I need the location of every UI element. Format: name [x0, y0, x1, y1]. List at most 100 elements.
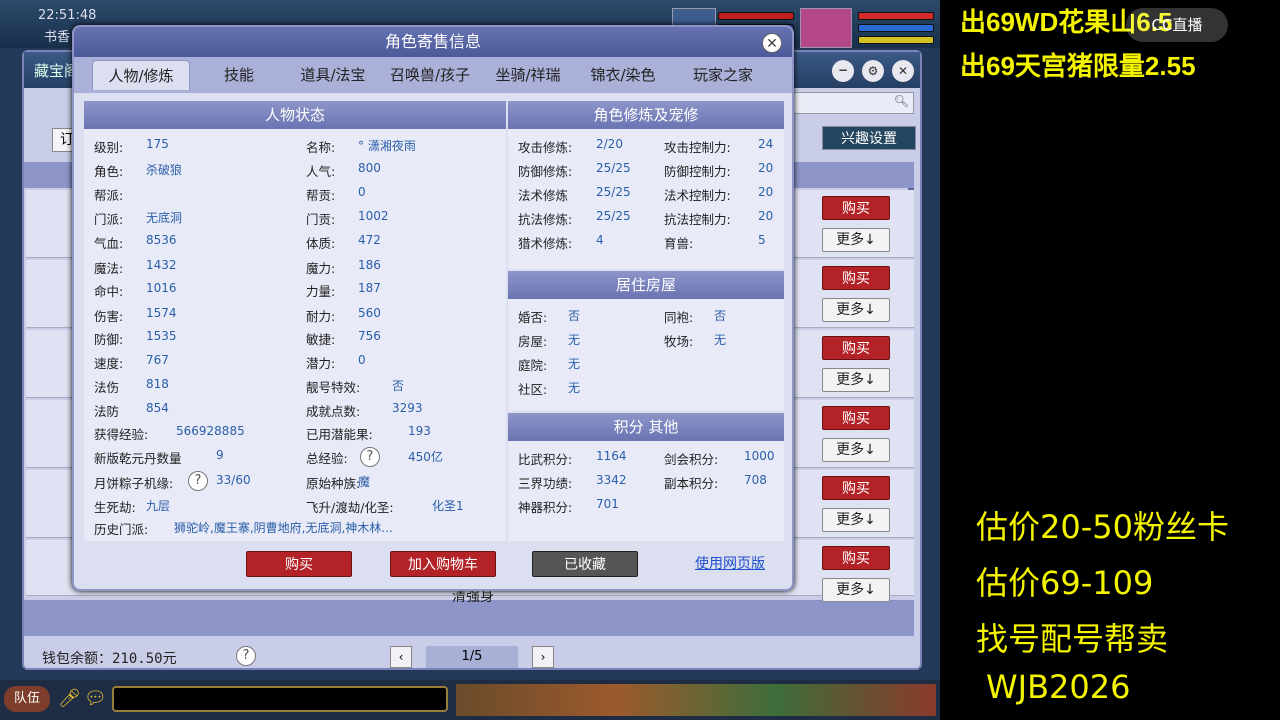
- points-value: 708: [744, 473, 767, 487]
- status-label: 靓号特效:: [306, 380, 361, 395]
- role-consignment-dialog: 角色寄售信息 ✕ 人物/修炼 技能 道具/法宝 召唤兽/孩子 坐骑/祥瑞 锦衣/染色 玩家之…: [72, 25, 794, 591]
- status-value: 756: [358, 329, 381, 343]
- house-label: 牧场:: [664, 334, 694, 349]
- listing-more-button[interactable]: 更多↓: [822, 368, 890, 392]
- page-indicator: 1/5: [426, 646, 518, 668]
- player-sp-bar: [858, 36, 934, 44]
- status-label: 法防: [94, 404, 120, 419]
- status-label: 门贡:: [306, 212, 336, 227]
- status-label: 门派:: [94, 212, 124, 227]
- bg-window-controls: − ⚙ ✕: [832, 60, 916, 82]
- status-value: 854: [146, 401, 169, 415]
- close-icon[interactable]: ✕: [892, 60, 914, 82]
- stream-overlay: 出69WD花果山6.5 出69天宫猪限量2.55 CC直播 估价20-50粉丝卡…: [940, 0, 1280, 720]
- cultivation-label: 抗法控制力:: [664, 212, 731, 227]
- status-value: 193: [408, 424, 431, 438]
- status-label: 防御:: [94, 332, 124, 347]
- points-label: 神器积分:: [518, 500, 573, 515]
- cultivation-label: 攻击控制力:: [664, 140, 731, 155]
- chat-input[interactable]: [112, 686, 448, 712]
- help-icon[interactable]: ?: [188, 471, 208, 491]
- status-label: 帮贡:: [306, 188, 336, 203]
- cultivation-label: 防御控制力:: [664, 164, 731, 179]
- house-value: 无: [568, 381, 581, 395]
- status-label: 名称:: [306, 140, 336, 155]
- listing-more-button[interactable]: 更多↓: [822, 438, 890, 462]
- status-value: 1535: [146, 329, 177, 343]
- cc-live-logo: CC直播: [1126, 8, 1228, 42]
- cultivation-value: 20: [758, 209, 774, 223]
- listing-more-button[interactable]: 更多↓: [822, 508, 890, 532]
- status-label: 魔法:: [94, 261, 124, 276]
- game-time: 22:51:48: [38, 8, 97, 23]
- status-label: 魔力:: [306, 261, 336, 276]
- team-button[interactable]: 队伍: [4, 686, 50, 712]
- status-label: 耐力:: [306, 309, 336, 324]
- tab-6[interactable]: 锦衣/染色: [576, 60, 670, 90]
- status-label: 成就点数:: [306, 404, 361, 419]
- tab-4[interactable]: 召唤兽/孩子: [380, 60, 480, 90]
- player-avatar[interactable]: [800, 8, 852, 48]
- tab-5[interactable]: 坐骑/祥瑞: [484, 60, 572, 90]
- cultivation-value: 25/25: [596, 185, 631, 199]
- status-value: 否: [392, 379, 405, 393]
- cultivation-label: 抗法修炼:: [518, 212, 573, 227]
- tab-7[interactable]: 玩家之家: [674, 60, 772, 90]
- status-value: 9: [216, 448, 224, 462]
- listing-buy-button[interactable]: 购买: [822, 196, 890, 220]
- dialog-title: 角色寄售信息: [74, 27, 792, 57]
- favorited-button[interactable]: 已收藏: [532, 551, 638, 577]
- status-label: 伤害:: [94, 309, 124, 324]
- listing-more-button[interactable]: 更多↓: [822, 228, 890, 252]
- close-icon[interactable]: ✕: [762, 33, 782, 53]
- overlay-line-2: 出69天宫猪限量2.55: [960, 51, 1196, 81]
- status-value: 187: [358, 281, 381, 295]
- overlay-estimate-2: 估价69-109: [976, 564, 1154, 602]
- listing-buy-button[interactable]: 购买: [822, 406, 890, 430]
- status-value: 1432: [146, 258, 177, 272]
- cultivation-label: 猎术修炼:: [518, 236, 573, 251]
- status-label: 生死劫:: [94, 500, 136, 515]
- interest-settings-button[interactable]: 兴趣设置: [822, 126, 916, 150]
- house-label: 房屋:: [518, 334, 548, 349]
- listing-buy-button[interactable]: 购买: [822, 336, 890, 360]
- pet-hp-bar: [718, 12, 794, 20]
- overlay-estimate-1: 估价20-50粉丝卡: [976, 508, 1229, 546]
- tab-1[interactable]: 人物/修炼: [92, 60, 190, 90]
- minimize-icon[interactable]: −: [832, 60, 854, 82]
- chat-icon[interactable]: 💬︎: [84, 688, 107, 709]
- settings-icon[interactable]: ⚙: [862, 60, 884, 82]
- status-value: 魔: [358, 475, 371, 489]
- next-page-button[interactable]: ›: [532, 646, 554, 668]
- cultivation-label: 法术控制力:: [664, 188, 731, 203]
- points-panel: 积分 其他 比武积分: 1164 剑会积分: 1000 三界功绩: 3342 副本积分: 70…: [508, 413, 784, 541]
- cultivation-value: 20: [758, 161, 774, 175]
- status-value: 化圣1: [432, 499, 464, 513]
- search-icon[interactable]: 🔍︎: [894, 94, 909, 108]
- status-label: 获得经验:: [94, 427, 149, 442]
- listing-buy-button[interactable]: 购买: [822, 546, 890, 570]
- help-icon[interactable]: ?: [236, 646, 256, 666]
- overlay-wechat: WJB2026: [986, 668, 1131, 706]
- house-panel: 居住房屋 婚否: 否同袍: 否房屋: 无牧场: 无庭院: 无社区: 无: [508, 271, 784, 411]
- web-version-link[interactable]: 使用网页版: [680, 551, 780, 577]
- listing-buy-button[interactable]: 购买: [822, 266, 890, 290]
- buy-button[interactable]: 购买: [246, 551, 352, 577]
- listing-more-button[interactable]: 更多↓: [822, 578, 890, 602]
- help-icon[interactable]: ?: [360, 447, 380, 467]
- cultivation-value: 25/25: [596, 209, 631, 223]
- points-label: 比武积分:: [518, 452, 573, 467]
- voice-icon[interactable]: 🎤︎: [58, 688, 81, 709]
- listing-more-button[interactable]: 更多↓: [822, 298, 890, 322]
- tab-2[interactable]: 技能: [200, 60, 278, 90]
- status-title: 人物状态: [84, 101, 506, 129]
- points-value: 3342: [596, 473, 627, 487]
- listing-buy-button[interactable]: 购买: [822, 476, 890, 500]
- status-label: 帮派:: [94, 188, 124, 203]
- status-value: 175: [146, 137, 169, 151]
- add-to-cart-button[interactable]: 加入购物车: [390, 551, 496, 577]
- status-label: 新版乾元丹数量: [94, 451, 182, 466]
- house-value: 否: [568, 309, 581, 323]
- prev-page-button[interactable]: ‹: [390, 646, 412, 668]
- tab-3[interactable]: 道具/法宝: [290, 60, 376, 90]
